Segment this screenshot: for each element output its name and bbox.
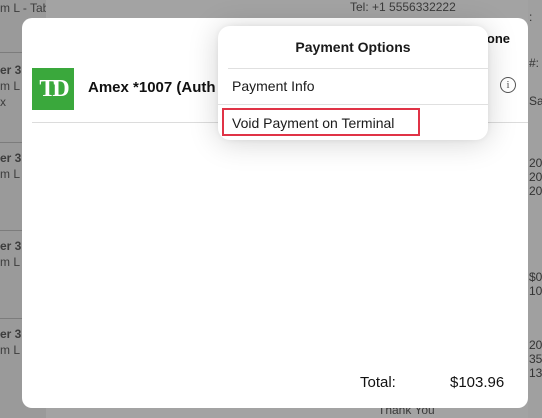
receipt-phone: Tel: +1 5556332222 [350,0,456,14]
list-item-subtitle: m L - Table 14 [0,1,46,15]
receipt-edge-text: : [529,10,533,24]
receipt-edge-column: : #: Sa 20 20 20 $0 10 20 35 13 [528,0,542,418]
info-icon[interactable]: i [500,77,516,93]
divider [218,104,488,105]
td-bank-logo: TD [32,68,74,110]
total-label: Total: [360,374,396,391]
td-logo-text: TD [39,75,69,102]
payment-card-label: Amex *1007 (Auth [88,79,216,96]
receipt-edge-text: 10 [529,284,542,298]
receipt-edge-text: 20 [529,184,542,198]
list-item: m L - Table 14 [0,0,46,16]
highlight-box [222,108,420,136]
divider [228,68,488,69]
popover-title: Payment Options [295,39,411,55]
total-value: $103.96 [450,374,505,391]
receipt-edge-text: Sa [529,94,542,108]
receipt-edge-text: 13 [529,366,542,380]
payment-info-menu-item[interactable]: Payment Info [232,78,315,94]
receipt-edge-text: 35 [529,352,542,366]
receipt-edge-text: 20 [529,156,542,170]
sheet-header-button[interactable]: one [487,31,510,46]
receipt-edge-text: 20 [529,338,542,352]
receipt-edge-text: $0 [529,270,542,284]
receipt-edge-text: #: [529,56,540,70]
receipt-edge-text: 20 [529,170,542,184]
screen: m L - Table 14 er 3 m L x er 3 m L er 3 … [0,0,542,418]
